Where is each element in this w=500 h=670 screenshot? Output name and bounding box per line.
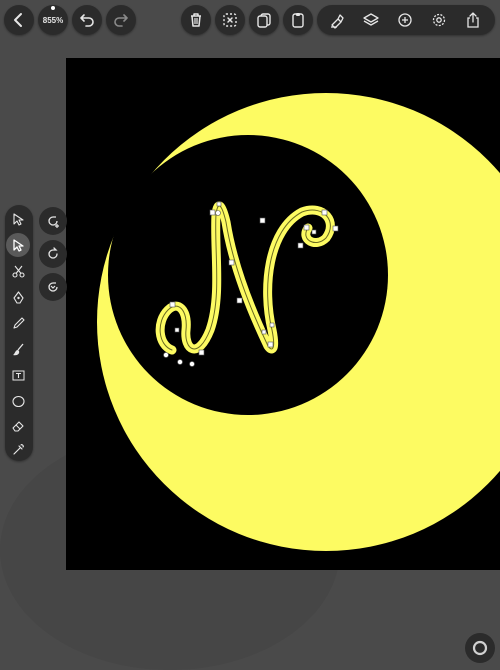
tool-eyedropper[interactable] xyxy=(6,437,30,461)
paste-icon xyxy=(292,13,304,28)
rotate-add-button[interactable] xyxy=(39,207,67,235)
settings-icon xyxy=(432,13,446,27)
artwork xyxy=(97,93,500,551)
layers-button[interactable] xyxy=(356,5,386,35)
zoom-indicator-dot xyxy=(51,6,55,10)
tool-ellipse[interactable] xyxy=(6,389,30,413)
style-button[interactable] xyxy=(322,5,352,35)
tool-pen[interactable] xyxy=(6,285,30,309)
tool-select[interactable] xyxy=(6,207,30,231)
tool-text[interactable] xyxy=(6,363,30,387)
add-button[interactable] xyxy=(390,5,420,35)
corner-action-button[interactable] xyxy=(465,633,495,663)
trash-icon xyxy=(191,13,201,27)
select-arrow-icon xyxy=(12,212,24,226)
delete-button[interactable] xyxy=(181,5,211,35)
redo-button[interactable] xyxy=(106,5,136,35)
tool-brush[interactable] xyxy=(6,337,30,361)
direct-select-icon xyxy=(12,238,24,252)
zoom-label: 855% xyxy=(42,15,64,25)
ring-icon xyxy=(472,640,488,656)
text-icon xyxy=(12,370,24,380)
rotate-add-icon xyxy=(48,216,59,228)
tool-direct-select[interactable] xyxy=(6,233,30,257)
settings-button[interactable] xyxy=(424,5,454,35)
tool-scissors[interactable] xyxy=(6,259,30,283)
pencil-icon xyxy=(12,316,25,329)
deselect-icon xyxy=(223,13,237,27)
rotate-reset-button[interactable] xyxy=(39,273,67,301)
duplicate-button[interactable] xyxy=(249,5,279,35)
drawing-canvas[interactable] xyxy=(66,58,500,570)
share-icon xyxy=(467,12,479,28)
pen-icon xyxy=(12,290,24,304)
scissors-icon xyxy=(11,265,25,278)
paste-button[interactable] xyxy=(283,5,313,35)
layers-icon xyxy=(363,13,379,26)
brush-icon xyxy=(12,343,23,355)
deselect-button[interactable] xyxy=(215,5,245,35)
crescent-moon-cutout xyxy=(108,135,388,415)
share-button[interactable] xyxy=(458,5,488,35)
eyedropper-icon xyxy=(12,443,24,455)
redo-icon xyxy=(114,14,128,27)
rotate-reset-icon xyxy=(48,282,58,292)
back-button[interactable] xyxy=(4,5,34,35)
ellipse-icon xyxy=(11,395,25,407)
rotate-cw-icon xyxy=(48,247,58,259)
add-icon xyxy=(398,13,412,27)
undo-icon xyxy=(80,14,94,27)
undo-button[interactable] xyxy=(72,5,102,35)
style-icon xyxy=(331,14,344,29)
rotate-cw-button[interactable] xyxy=(39,240,67,268)
tool-pencil[interactable] xyxy=(6,311,30,335)
chevron-left-icon xyxy=(14,13,22,27)
eraser-icon xyxy=(11,420,24,432)
tool-eraser[interactable] xyxy=(6,413,30,437)
duplicate-icon xyxy=(257,13,271,28)
